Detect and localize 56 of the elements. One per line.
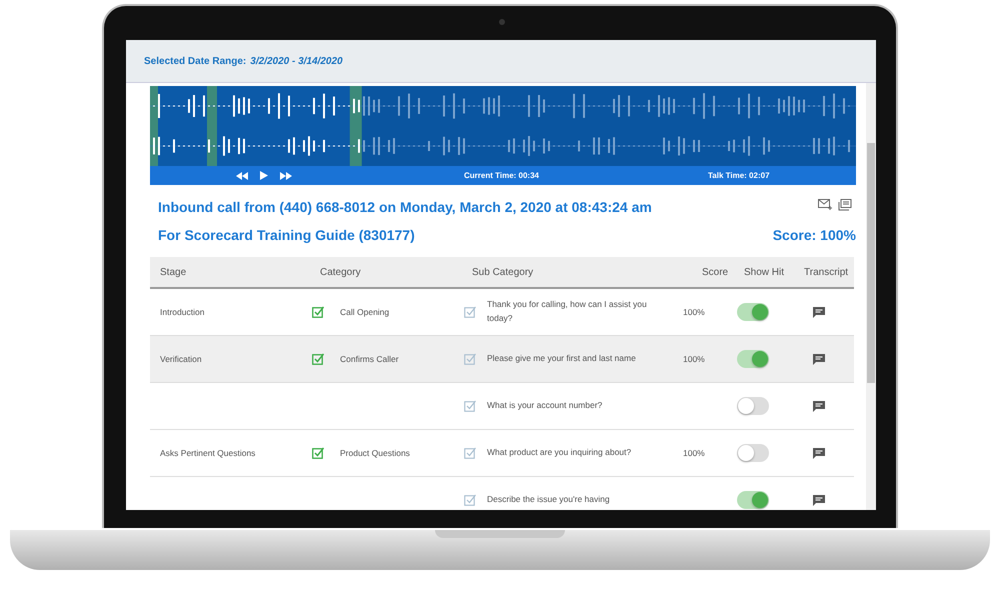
sub-category-cell: What product are you inquiring about? xyxy=(487,447,632,458)
date-range-value: 3/2/2020 - 3/14/2020 xyxy=(250,56,343,66)
talk-time: Talk Time: 02:07 xyxy=(708,171,770,180)
sub-category-cell: Thank you for calling, how can I assist you today? xyxy=(487,299,647,323)
transcript-icon[interactable] xyxy=(813,448,825,458)
column-header: Category xyxy=(319,266,362,278)
category-cell: Product Questions xyxy=(340,448,410,458)
stage-cell: Introduction xyxy=(160,307,204,317)
table-row[interactable]: What is your account number? xyxy=(150,383,854,430)
show-hit-toggle[interactable] xyxy=(737,350,769,368)
email-icon[interactable] xyxy=(818,199,832,211)
transcript-icon[interactable] xyxy=(813,354,825,364)
category-cell: Call Opening xyxy=(340,307,390,317)
stage-cell: Verification xyxy=(160,354,202,364)
sub-category-cell: Please give me your first and last name xyxy=(487,353,636,364)
rewind-button[interactable] xyxy=(234,171,250,180)
table-row[interactable]: Asks Pertinent Questions Product Questions What product are you inquiring about? 100% xyxy=(150,430,854,477)
table-row[interactable]: Verification Confirms Caller Please give me your first and last name 100% xyxy=(150,336,854,383)
copy-icon[interactable] xyxy=(838,199,852,211)
table-row[interactable]: Describe the issue you're having xyxy=(150,477,854,510)
category-cell: Confirms Caller xyxy=(340,354,399,364)
call-title: Inbound call from (440) 668-8012 on Monday, March 2, 2020 at 08:43:24 am xyxy=(158,199,652,215)
show-hit-toggle[interactable] xyxy=(737,303,769,321)
scrollbar[interactable] xyxy=(866,83,876,510)
sub-category-cell: What is your account number? xyxy=(487,400,602,410)
transcript-icon[interactable] xyxy=(813,400,825,412)
score-cell: 100% xyxy=(683,307,705,317)
checkbox[interactable] xyxy=(464,353,476,365)
current-time: Current Time: 00:34 xyxy=(464,171,540,180)
checkbox[interactable] xyxy=(464,306,476,318)
fast-forward-button[interactable] xyxy=(278,171,294,180)
checkbox[interactable] xyxy=(312,353,324,365)
score-cell: 100% xyxy=(683,354,705,364)
checkbox[interactable] xyxy=(464,494,476,506)
show-hit-toggle[interactable] xyxy=(737,444,769,462)
column-header: Stage xyxy=(159,266,188,278)
column-header: Show Hit xyxy=(744,266,786,278)
column-header: Sub Category xyxy=(471,266,534,278)
show-hit-toggle[interactable] xyxy=(737,491,769,509)
camera-icon xyxy=(499,19,505,25)
column-header: Score xyxy=(702,266,730,278)
date-range-label: Selected Date Range: xyxy=(144,56,246,66)
transcript-icon[interactable] xyxy=(813,494,825,506)
checkbox[interactable] xyxy=(312,447,324,459)
column-header: Transcript xyxy=(804,266,848,278)
show-hit-toggle[interactable] xyxy=(737,397,769,415)
stage-cell: Asks Pertinent Questions xyxy=(160,448,256,458)
total-score: Score: 100% xyxy=(772,227,856,243)
checkbox[interactable] xyxy=(464,447,476,459)
checkbox[interactable] xyxy=(464,400,476,412)
transcript-icon[interactable] xyxy=(813,306,825,318)
play-button[interactable] xyxy=(258,171,270,180)
score-cell: 100% xyxy=(683,448,705,458)
sub-category-cell: Describe the issue you're having xyxy=(487,494,610,504)
checkbox[interactable] xyxy=(312,306,324,318)
scorecard-guide: For Scorecard Training Guide (830177) xyxy=(158,227,415,243)
